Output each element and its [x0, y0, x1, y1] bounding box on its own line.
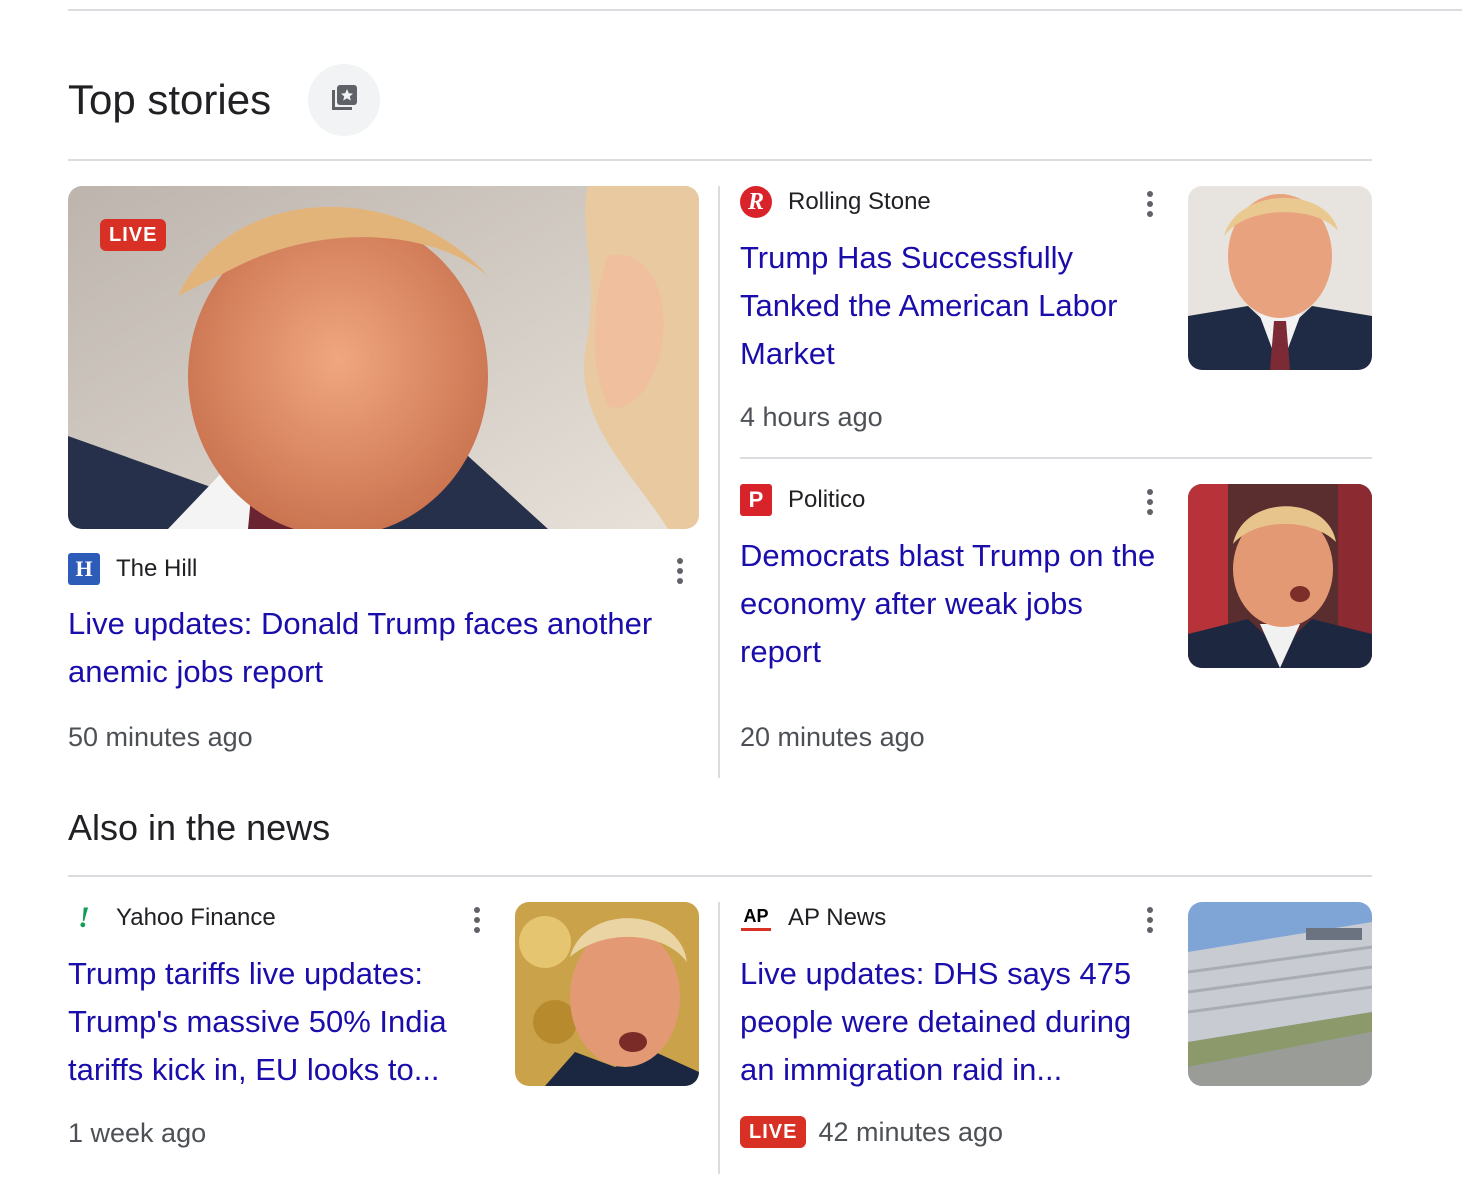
also-in-news-divider — [68, 875, 1372, 877]
side-story-source: P Politico — [740, 484, 865, 516]
library-star-icon — [328, 82, 360, 119]
side-story-time: 4 hours ago — [740, 402, 883, 432]
side-story-time: 20 minutes ago — [740, 722, 925, 752]
featured-source-name: The Hill — [116, 555, 198, 582]
side-story-more-options-button[interactable] — [1135, 482, 1165, 522]
news-meta-row: LIVE 42 minutes ago — [740, 1116, 1003, 1148]
library-star-button[interactable] — [308, 64, 380, 136]
side-story-headline[interactable]: Trump Has Successfully Tanked the Americ… — [740, 234, 1160, 378]
news-headline[interactable]: Live updates: DHS says 475 people were d… — [740, 950, 1160, 1094]
featured-source: H The Hill — [68, 553, 197, 585]
featured-live-badge: LIVE — [100, 219, 167, 251]
side-story-card[interactable]: R Rolling Stone Trump Has Successfully T… — [740, 186, 1372, 456]
also-in-news-heading: Also in the news — [68, 807, 331, 848]
news-source-name: Yahoo Finance — [116, 904, 276, 931]
the-hill-logo-icon: H — [68, 553, 100, 585]
news-source-name: AP News — [788, 904, 887, 931]
ap-news-logo-icon: AP — [740, 902, 772, 934]
side-stories-divider — [740, 457, 1372, 459]
side-story-source-name: Rolling Stone — [788, 188, 931, 215]
news-card[interactable]: AP AP News Live updates: DHS says 475 pe… — [740, 902, 1372, 1162]
side-story-thumbnail[interactable] — [1188, 186, 1372, 370]
news-live-badge: LIVE — [740, 1116, 807, 1148]
top-stories-column-divider — [718, 186, 720, 778]
side-story-more-options-button[interactable] — [1135, 184, 1165, 224]
side-story-headline[interactable]: Democrats blast Trump on the economy aft… — [740, 532, 1160, 676]
news-thumbnail[interactable] — [1188, 902, 1372, 1086]
news-more-options-button[interactable] — [1135, 900, 1165, 940]
news-headline[interactable]: Trump tariffs live updates: Trump's mass… — [68, 950, 488, 1094]
yahoo-finance-logo-icon: ! — [78, 901, 90, 934]
featured-more-options-button[interactable] — [665, 551, 695, 591]
politico-logo-icon: P — [740, 484, 772, 516]
news-source: ! Yahoo Finance — [68, 901, 276, 934]
news-source: AP AP News — [740, 902, 886, 934]
news-card[interactable]: ! Yahoo Finance Trump tariffs live updat… — [68, 900, 700, 1162]
featured-headline[interactable]: Live updates: Donald Trump faces another… — [68, 600, 688, 696]
top-divider — [68, 9, 1462, 11]
news-more-options-button[interactable] — [462, 900, 492, 940]
news-time: 1 week ago — [68, 1118, 207, 1148]
side-story-source-name: Politico — [788, 486, 866, 513]
also-in-news-column-divider — [718, 902, 720, 1174]
side-story-source: R Rolling Stone — [740, 186, 931, 218]
news-time: 42 minutes ago — [818, 1116, 1004, 1147]
side-story-card[interactable]: P Politico Democrats blast Trump on the … — [740, 484, 1372, 774]
side-story-thumbnail[interactable] — [1188, 484, 1372, 668]
top-stories-divider — [68, 159, 1372, 161]
featured-time: 50 minutes ago — [68, 722, 253, 752]
news-thumbnail[interactable] — [515, 902, 699, 1086]
rolling-stone-logo-icon: R — [740, 186, 772, 218]
top-stories-heading: Top stories — [68, 76, 272, 123]
featured-story-card[interactable]: LIVE H The Hill Live updates: Donald Tru… — [68, 186, 700, 766]
